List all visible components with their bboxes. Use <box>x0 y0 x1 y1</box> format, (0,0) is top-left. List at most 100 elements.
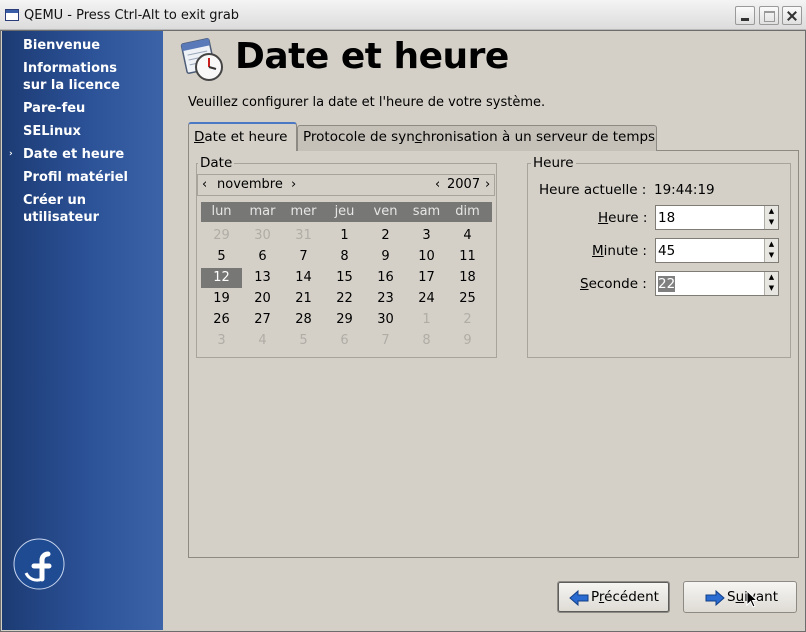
calendar-day[interactable]: 7 <box>365 331 406 351</box>
minute-mnemonic: M <box>592 243 604 259</box>
calendar-day[interactable]: 16 <box>365 268 406 288</box>
minimize-button[interactable] <box>735 6 755 25</box>
hour-label-rest: eure : <box>608 210 648 226</box>
calendar-day[interactable]: 29 <box>324 310 365 330</box>
calendar-day[interactable]: 31 <box>283 226 324 246</box>
calendar-day[interactable]: 3 <box>201 331 242 351</box>
arrow-left-icon <box>569 590 589 606</box>
calendar-weekday-row: lun mar mer jeu ven sam dim <box>201 202 492 222</box>
calendar-day[interactable]: 26 <box>201 310 242 330</box>
prev-year-button[interactable]: ‹ <box>435 175 440 195</box>
minute-spinbutton[interactable]: 45 ▲ ▼ <box>655 238 779 263</box>
second-spin-arrows[interactable]: ▲ ▼ <box>764 272 778 295</box>
minute-input[interactable]: 45 <box>658 243 675 259</box>
calendar-day[interactable]: 29 <box>201 226 242 246</box>
calendar-day[interactable]: 1 <box>324 226 365 246</box>
calendar-day[interactable]: 5 <box>201 247 242 267</box>
time-frame-label: Heure <box>531 155 576 171</box>
next-month-button[interactable]: › <box>291 175 296 195</box>
calendar-day[interactable]: 19 <box>201 289 242 309</box>
calendar-day[interactable]: 8 <box>406 331 447 351</box>
tab-protocole-synchronisation[interactable]: Protocole de synchronisation à un serveu… <box>297 125 657 151</box>
calendar-day[interactable]: 8 <box>324 247 365 267</box>
calendar-day[interactable]: 24 <box>406 289 447 309</box>
spin-down-icon[interactable]: ▼ <box>765 283 778 294</box>
spin-up-icon[interactable]: ▲ <box>765 272 778 283</box>
hour-input[interactable]: 18 <box>658 210 675 226</box>
tab-protocole-label: Protocole de synchronisation à un serveu… <box>303 129 656 145</box>
calendar-day[interactable]: 4 <box>242 331 283 351</box>
minute-label: Minute : <box>592 243 647 259</box>
calendar-day[interactable]: 7 <box>283 247 324 267</box>
current-time-value: 19:44:19 <box>654 182 715 198</box>
mouse-cursor-icon <box>746 590 758 608</box>
weekday-jeu: jeu <box>334 204 355 219</box>
current-time-label: Heure actuelle : <box>539 182 647 198</box>
sidebar-item-licence-line2: sur la licence <box>23 78 120 93</box>
hour-spin-arrows[interactable]: ▲ ▼ <box>764 206 778 229</box>
second-mnemonic: S <box>580 276 589 292</box>
close-button[interactable] <box>782 6 802 25</box>
second-spinbutton[interactable]: 22 ▲ ▼ <box>655 271 779 296</box>
page-subtitle: Veuillez configurer la date et l'heure d… <box>188 95 546 110</box>
calendar-day[interactable]: 15 <box>324 268 365 288</box>
calendar-day[interactable]: 6 <box>242 247 283 267</box>
calendar-day[interactable]: 3 <box>406 226 447 246</box>
second-input[interactable]: 22 <box>658 276 676 292</box>
calendar-day[interactable]: 14 <box>283 268 324 288</box>
calendar-day[interactable]: 27 <box>242 310 283 330</box>
sidebar-item-creer-line1: Créer un <box>23 193 87 208</box>
sidebar-item-date-et-heure-label: Date et heure <box>23 147 125 162</box>
maximize-button[interactable] <box>759 6 779 25</box>
minute-spin-arrows[interactable]: ▲ ▼ <box>764 239 778 262</box>
calendar-day[interactable]: 2 <box>365 226 406 246</box>
tab-date-et-heure[interactable]: Date et heure <box>188 122 297 151</box>
sidebar-item-creer-line2: utilisateur <box>23 210 100 225</box>
calendar-day[interactable]: 25 <box>447 289 488 309</box>
spin-down-icon[interactable]: ▼ <box>765 250 778 261</box>
sidebar-item-licence-line1: Informations <box>23 61 118 76</box>
calendar-day[interactable]: 2 <box>447 310 488 330</box>
prev-month-button[interactable]: ‹ <box>202 175 207 195</box>
weekday-dim: dim <box>455 204 480 219</box>
calendar-day[interactable]: 9 <box>365 247 406 267</box>
calendar-day[interactable]: 1 <box>406 310 447 330</box>
calendar-day[interactable]: 21 <box>283 289 324 309</box>
window-title: QEMU - Press Ctrl-Alt to exit grab <box>24 8 240 23</box>
page-title: Date et heure <box>235 36 509 77</box>
calendar-day[interactable]: 5 <box>283 331 324 351</box>
year-label: 2007 <box>447 177 481 192</box>
calendar-day[interactable]: 23 <box>365 289 406 309</box>
spin-up-icon[interactable]: ▲ <box>765 206 778 217</box>
calendar-day[interactable]: 4 <box>447 226 488 246</box>
sidebar-item-pare-feu: Pare-feu <box>23 101 86 116</box>
calendar-day[interactable]: 11 <box>447 247 488 267</box>
next-year-button[interactable]: › <box>485 175 490 195</box>
hour-label: Heure : <box>598 210 647 226</box>
back-label-p: P <box>591 589 599 605</box>
spin-up-icon[interactable]: ▲ <box>765 239 778 250</box>
next-button[interactable]: Suivant <box>683 581 797 613</box>
hour-spinbutton[interactable]: 18 ▲ ▼ <box>655 205 779 230</box>
window-titlebar[interactable]: QEMU - Press Ctrl-Alt to exit grab <box>0 0 806 30</box>
spin-down-icon[interactable]: ▼ <box>765 217 778 228</box>
calendar-day[interactable]: 18 <box>447 268 488 288</box>
calendar-day[interactable]: 30 <box>365 310 406 330</box>
hour-mnemonic: H <box>598 210 609 226</box>
weekday-ven: ven <box>373 204 398 219</box>
calendar-day[interactable]: 20 <box>242 289 283 309</box>
calendar-day[interactable]: 30 <box>242 226 283 246</box>
calendar-day[interactable]: 28 <box>283 310 324 330</box>
arrow-right-icon <box>705 590 725 606</box>
calendar-day[interactable]: 6 <box>324 331 365 351</box>
calendar-day[interactable]: 9 <box>447 331 488 351</box>
calendar-day[interactable]: 13 <box>242 268 283 288</box>
calendar-day[interactable]: 10 <box>406 247 447 267</box>
sidebar-item-creer-utilisateur: Créer un utilisateur <box>23 192 99 226</box>
weekday-mar: mar <box>249 204 276 219</box>
qemu-window-icon <box>5 9 19 21</box>
calendar-day[interactable]: 12 <box>201 268 242 288</box>
back-button[interactable]: Précédent <box>557 581 670 613</box>
calendar-day[interactable]: 17 <box>406 268 447 288</box>
calendar-day[interactable]: 22 <box>324 289 365 309</box>
